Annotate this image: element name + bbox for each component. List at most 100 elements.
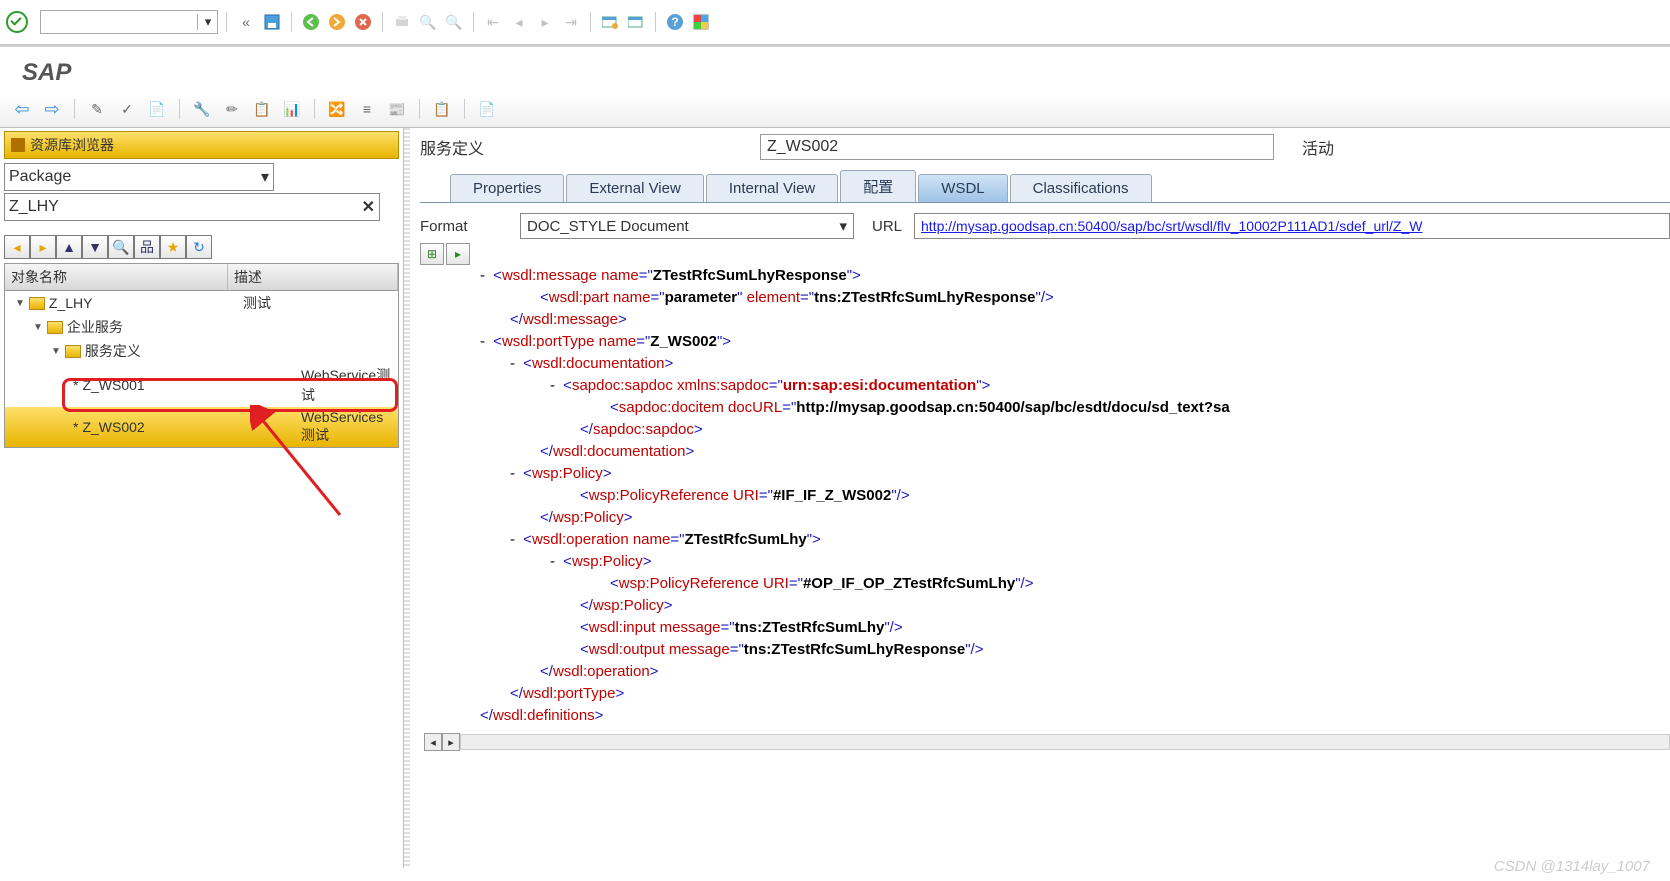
tree-item-desc: WebService测试 (297, 363, 398, 407)
tree-fav-icon[interactable]: ★ (160, 235, 186, 259)
col-desc: 描述 (228, 264, 398, 290)
command-input[interactable] (43, 14, 197, 31)
scroll-right-icon[interactable]: ▸ (442, 733, 460, 751)
help-icon[interactable]: ? (664, 11, 686, 33)
tree-row-ws001[interactable]: * Z_WS001 WebService测试 (5, 363, 398, 407)
repo-icon (11, 138, 25, 152)
package-type-value: Package (9, 168, 71, 186)
tree-up-icon[interactable]: ▲ (56, 235, 82, 259)
folder-icon (47, 321, 63, 334)
tree-row-ws002[interactable]: * Z_WS002 WebServices测试 (5, 407, 398, 447)
chevron-down-icon: ▾ (261, 167, 269, 187)
package-type-select[interactable]: Package ▾ (4, 163, 274, 191)
collapse-icon[interactable]: « (235, 11, 257, 33)
test-icon[interactable]: 🔧 (190, 97, 214, 121)
tab-classifications[interactable]: Classifications (1010, 174, 1152, 202)
close-icon[interactable]: ✕ (362, 197, 375, 217)
url-label: URL (872, 218, 902, 235)
layout-icon[interactable] (625, 11, 647, 33)
new-session-icon[interactable] (599, 11, 621, 33)
service-def-label: 服务定义 (420, 135, 750, 159)
tree-header: 对象名称 描述 (4, 263, 399, 291)
enhance-icon[interactable]: 📰 (385, 97, 409, 121)
package-name-input[interactable]: Z_LHY ✕ (4, 193, 380, 221)
tab-config[interactable]: 配置 (840, 170, 916, 202)
service-def-text: Z_WS002 (767, 138, 838, 156)
command-field[interactable]: ▾ (40, 10, 218, 34)
tree-item-label: 服务定义 (85, 341, 141, 361)
tree-toolbar: ◂ ▸ ▲ ▼ 🔍 品 ★ ↻ (4, 235, 399, 259)
tree-next-icon[interactable]: ▸ (30, 235, 56, 259)
tab-wsdl[interactable]: WSDL (918, 174, 1007, 202)
tab-properties[interactable]: Properties (450, 174, 564, 202)
tab-external-view[interactable]: External View (566, 174, 703, 202)
tabstrip: Properties External View Internal View 配… (420, 170, 1670, 203)
cancel-icon[interactable] (352, 11, 374, 33)
caret-icon: ▼ (51, 346, 61, 357)
watermark: CSDN @1314lay_1007 (1494, 858, 1650, 875)
tree-item-label: Z_WS002 (82, 419, 144, 435)
mod-indicator: * (73, 377, 78, 393)
app-title: SAP (0, 46, 1670, 93)
xml-export-icon[interactable]: ▸ (446, 243, 470, 265)
url-value: http://mysap.goodsap.cn:50400/sap/bc/srt… (921, 218, 1422, 234)
tree-prev-icon[interactable]: ◂ (4, 235, 30, 259)
display-nav-icon[interactable]: 📊 (280, 97, 304, 121)
nav-back-icon[interactable]: ⇦ (10, 97, 34, 121)
xml-tree-icon[interactable]: ⊞ (420, 243, 444, 265)
status-label: 活动 (1302, 135, 1334, 159)
prev-page-icon: ◂ (508, 11, 530, 33)
hierarchy-icon[interactable]: 🔀 (325, 97, 349, 121)
scroll-left-icon[interactable]: ◂ (424, 733, 442, 751)
chevron-down-icon: ▾ (839, 217, 847, 235)
tree-item-label: Z_WS001 (82, 377, 144, 393)
tree-find-icon[interactable]: 🔍 (108, 235, 134, 259)
repo-browser-title: 资源库浏览器 (4, 131, 399, 159)
tree-item-label: Z_LHY (49, 295, 93, 311)
repo-title-text: 资源库浏览器 (30, 135, 114, 155)
check-icon[interactable]: ✓ (115, 97, 139, 121)
exit-icon[interactable] (326, 11, 348, 33)
other-obj-icon[interactable]: ≡ (355, 97, 379, 121)
tab-internal-view[interactable]: Internal View (706, 174, 838, 202)
tree-down-icon[interactable]: ▼ (82, 235, 108, 259)
display-edit-icon[interactable]: ✎ (85, 97, 109, 121)
activate-icon[interactable]: 📄 (145, 97, 169, 121)
tree-item-desc: 测试 (239, 291, 398, 315)
tree-refresh-icon[interactable]: ↻ (186, 235, 212, 259)
folder-icon (29, 297, 45, 310)
save-icon[interactable] (261, 11, 283, 33)
last-page-icon: ⇥ (560, 11, 582, 33)
horizontal-scrollbar[interactable]: ◂ ▸ (420, 733, 1670, 751)
format-value: DOC_STYLE Document (527, 218, 689, 235)
command-dropdown-icon[interactable]: ▾ (197, 14, 215, 30)
format-label: Format (420, 218, 508, 235)
find-icon: 🔍 (417, 11, 439, 33)
caret-icon: ▼ (15, 298, 25, 309)
tree-item-desc (257, 315, 398, 339)
back-icon[interactable] (300, 11, 322, 33)
nav-fwd-icon[interactable]: ⇨ (40, 97, 64, 121)
clipboard-icon[interactable]: 📋 (430, 97, 454, 121)
caret-icon: ▼ (33, 322, 43, 333)
where-used-icon[interactable]: ✏ (220, 97, 244, 121)
scroll-track[interactable] (460, 734, 1670, 750)
url-field[interactable]: http://mysap.goodsap.cn:50400/sap/bc/srt… (914, 213, 1670, 239)
package-name-value: Z_LHY (9, 198, 59, 216)
col-name: 对象名称 (5, 264, 228, 290)
customize-icon[interactable] (690, 11, 712, 33)
tree-row-pkg[interactable]: ▼ Z_LHY 测试 (5, 291, 398, 315)
tree-item-desc: WebServices测试 (297, 407, 398, 447)
tree-row-svcdef[interactable]: ▼ 服务定义 (5, 339, 398, 363)
svg-text:?: ? (671, 15, 678, 29)
object-list-icon[interactable]: 📋 (250, 97, 274, 121)
format-select[interactable]: DOC_STYLE Document ▾ (520, 213, 854, 239)
tree-row-ent[interactable]: ▼企业服务 (5, 315, 398, 339)
ok-icon[interactable] (6, 11, 28, 33)
tree-hier-icon[interactable]: 品 (134, 235, 160, 259)
object-tree: ▼ Z_LHY 测试 ▼企业服务 ▼ 服务定义 * Z_WS001 WebServi… (4, 291, 399, 448)
doc-icon[interactable]: 📄 (475, 97, 499, 121)
service-def-value[interactable]: Z_WS002 (760, 134, 1274, 160)
tree-item-desc (275, 339, 398, 363)
next-page-icon: ▸ (534, 11, 556, 33)
